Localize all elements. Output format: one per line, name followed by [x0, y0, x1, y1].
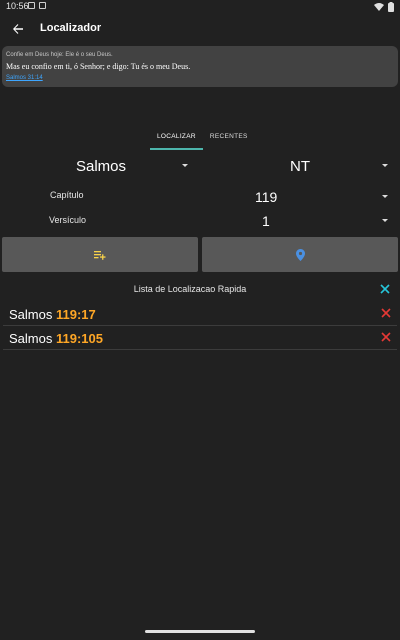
location-pin-icon — [295, 248, 305, 261]
delete-item-button[interactable] — [379, 330, 393, 344]
notification-icon — [28, 2, 35, 9]
close-icon — [381, 332, 391, 342]
verse-reference-link[interactable]: Salmos 31:14 — [6, 74, 394, 83]
verse-text: Mas eu confio em ti, ó Senhor; e digo: T… — [6, 62, 191, 71]
verse-label: Versículo — [49, 215, 87, 225]
chapter-value: 119 — [255, 189, 278, 205]
page-title: Localizador — [40, 22, 102, 34]
quick-item-ref: 119:17 — [55, 307, 96, 322]
tab-localizar[interactable]: LOCALIZAR — [150, 128, 203, 150]
chevron-down-icon — [382, 164, 388, 167]
quick-list-item[interactable]: Salmos 119:17 — [3, 302, 397, 326]
chevron-down-icon — [382, 219, 388, 222]
add-to-quick-list-button[interactable] — [2, 237, 198, 272]
book-selector[interactable]: Salmos — [76, 154, 190, 178]
testament-value: NT — [290, 157, 310, 175]
notification-icons — [28, 2, 46, 9]
go-to-location-button[interactable] — [202, 237, 398, 272]
chapter-label: Capítulo — [50, 190, 84, 200]
tab-bar: LOCALIZAR RECENTES — [150, 128, 255, 150]
home-indicator[interactable] — [145, 630, 255, 633]
book-value: Salmos — [76, 157, 127, 175]
tab-recentes[interactable]: RECENTES — [203, 128, 255, 150]
back-button[interactable] — [8, 19, 28, 39]
image-notification-icon — [39, 2, 46, 9]
clear-quick-list-button[interactable] — [378, 282, 392, 296]
quick-item-ref: 119:105 — [55, 331, 103, 346]
chevron-down-icon — [182, 164, 188, 167]
close-icon — [381, 308, 391, 318]
playlist-add-icon — [94, 250, 106, 260]
quick-list-item[interactable]: Salmos 119:105 — [3, 326, 397, 350]
quick-item-text: Salmos 119:105 — [9, 331, 103, 346]
status-time: 10:56 — [6, 1, 29, 11]
testament-selector[interactable]: NT — [290, 154, 390, 178]
app-bar: Localizador — [0, 14, 400, 44]
wifi-icon — [374, 3, 384, 11]
close-icon — [380, 284, 390, 294]
arrow-back-icon — [13, 24, 23, 34]
system-icons — [374, 2, 394, 12]
battery-icon — [388, 2, 394, 12]
chapter-selector[interactable]: 119 — [255, 185, 390, 209]
verse-header: Confie em Deus hoje: Ele é o seu Deus. — [6, 52, 113, 58]
quick-item-book: Salmos — [9, 331, 53, 346]
delete-item-button[interactable] — [379, 306, 393, 320]
status-bar: 10:56 — [0, 0, 400, 14]
verse-value: 1 — [262, 213, 270, 229]
chevron-down-icon — [382, 195, 388, 198]
verse-selector[interactable]: 1 — [262, 209, 390, 233]
quick-item-book: Salmos — [9, 307, 53, 322]
quick-list-title: Lista de Localizacao Rapida — [133, 284, 247, 294]
daily-verse-card: Confie em Deus hoje: Ele é o seu Deus. M… — [2, 46, 398, 87]
quick-item-text: Salmos 119:17 — [9, 307, 96, 322]
